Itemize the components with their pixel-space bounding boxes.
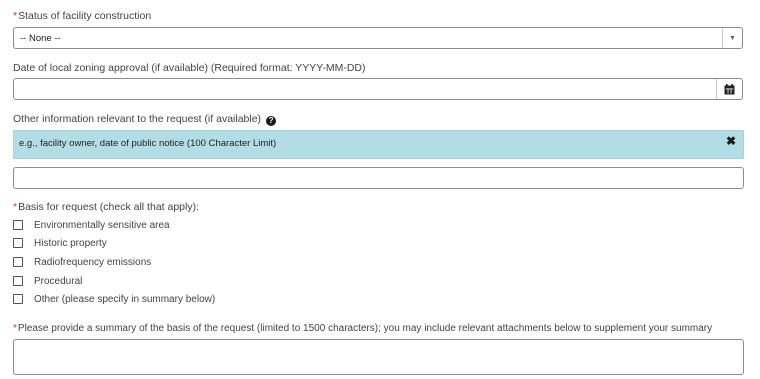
basis-option-historic[interactable]: Historic property bbox=[13, 237, 107, 249]
checkbox[interactable] bbox=[13, 238, 23, 248]
checkbox-label: Procedural bbox=[34, 275, 83, 287]
calendar-icon[interactable] bbox=[716, 79, 742, 99]
checkbox-label: Environmentally sensitive area bbox=[34, 219, 170, 231]
chevron-down-icon[interactable]: ▼ bbox=[722, 28, 742, 48]
question-circle-icon[interactable]: ? bbox=[266, 116, 277, 126]
required-marker: * bbox=[13, 201, 18, 213]
summary-textarea[interactable] bbox=[13, 339, 744, 375]
basis-option-radiofrequency[interactable]: Radiofrequency emissions bbox=[13, 256, 151, 268]
checkbox[interactable] bbox=[13, 220, 23, 230]
checkbox-label: Historic property bbox=[34, 237, 107, 249]
checkbox-label: Other (please specify in summary below) bbox=[34, 293, 216, 305]
other-info-input[interactable] bbox=[13, 167, 744, 189]
checkbox-label: Radiofrequency emissions bbox=[34, 256, 152, 268]
basis-option-procedural[interactable]: Procedural bbox=[13, 275, 82, 287]
checkbox[interactable] bbox=[13, 276, 23, 286]
basis-label: *Basis for request (check all that apply… bbox=[13, 201, 199, 213]
hint-banner: e.g., facility owner, date of public not… bbox=[13, 130, 744, 159]
hint-banner-text: e.g., facility owner, date of public not… bbox=[19, 138, 277, 149]
basis-option-other[interactable]: Other (please specify in summary below) bbox=[13, 293, 215, 305]
zoning-date-input[interactable] bbox=[13, 78, 743, 100]
status-label: *Status of facility construction bbox=[13, 10, 151, 22]
status-select[interactable]: -- None -- ▼ bbox=[13, 27, 743, 49]
status-select-value: -- None -- bbox=[20, 33, 61, 44]
zoning-date-label: Date of local zoning approval (if availa… bbox=[13, 62, 366, 74]
basis-label-text: Basis for request (check all that apply)… bbox=[18, 201, 200, 213]
basis-option-environmental[interactable]: Environmentally sensitive area bbox=[13, 219, 170, 231]
summary-label-text: Please provide a summary of the basis of… bbox=[17, 323, 713, 334]
close-icon[interactable]: ✖ bbox=[726, 134, 736, 148]
checkbox[interactable] bbox=[13, 257, 23, 267]
required-marker: * bbox=[13, 323, 17, 334]
checkbox[interactable] bbox=[13, 294, 23, 304]
summary-label: *Please provide a summary of the basis o… bbox=[13, 323, 712, 334]
other-info-label-text: Other information relevant to the reques… bbox=[13, 113, 262, 125]
status-label-text: Status of facility construction bbox=[18, 10, 152, 22]
other-info-label: Other information relevant to the reques… bbox=[13, 113, 277, 126]
required-marker: * bbox=[13, 10, 18, 22]
